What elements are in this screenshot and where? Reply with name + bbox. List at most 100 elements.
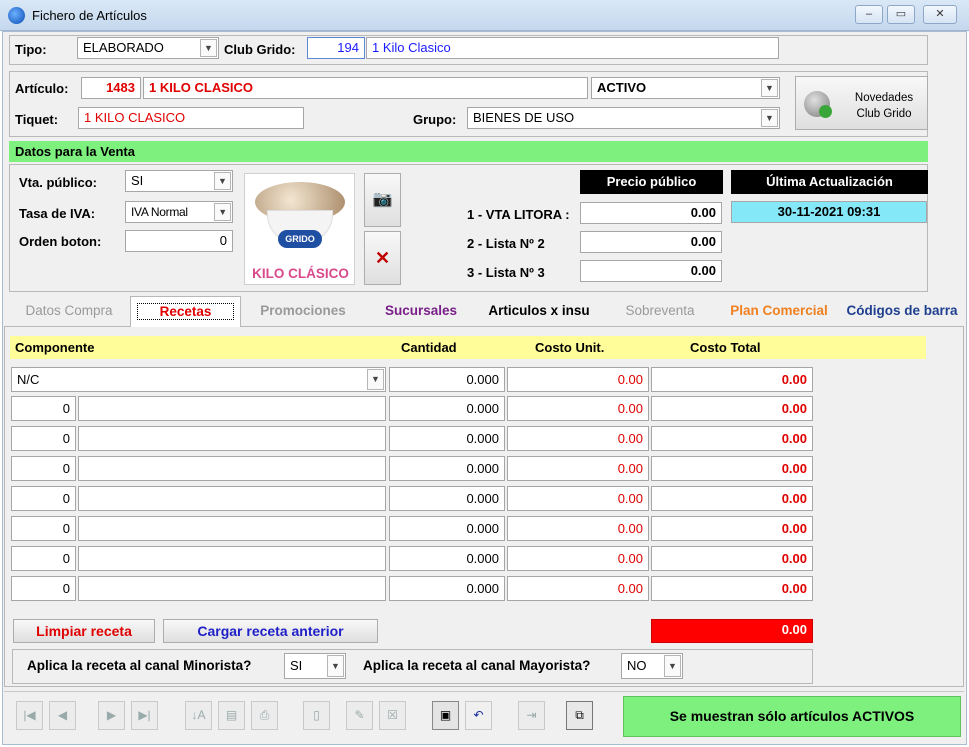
window-title: Fichero de Artículos [32, 8, 147, 23]
chevron-down-icon[interactable]: ▼ [367, 369, 384, 390]
row-cantidad-input[interactable]: 0.000 [389, 396, 505, 421]
find-icon[interactable]: ▤ [218, 701, 245, 730]
undo-icon[interactable]: ↶ [465, 701, 492, 730]
product-image[interactable]: GRIDO KILO CLÁSICO [244, 173, 355, 285]
club-grido-code-input[interactable]: 194 [307, 37, 365, 59]
first-record-icon[interactable]: |◀ [16, 701, 43, 730]
tab-codigos-de-barra[interactable]: Códigos de barra [838, 296, 966, 326]
novedades-club-grido-button[interactable]: Novedades Club Grido [795, 76, 928, 130]
row-code-input[interactable]: 0 [11, 486, 76, 511]
col-costo-total: Costo Total [690, 340, 761, 355]
cargar-receta-anterior-button[interactable]: Cargar receta anterior [163, 619, 378, 643]
green-arrow-icon [819, 105, 832, 118]
mayorista-label: Aplica la receta al canal Mayorista? [363, 658, 591, 673]
delete-record-icon[interactable]: ☒ [379, 701, 406, 730]
tab-recetas[interactable]: Recetas [130, 296, 241, 327]
grupo-select[interactable]: BIENES DE USO ▼ [467, 107, 780, 129]
row-cantidad-input[interactable]: 0.000 [389, 546, 505, 571]
row-cantidad-input[interactable]: 0.000 [389, 486, 505, 511]
row-componente-input[interactable] [78, 486, 386, 511]
row-costo-total: 0.00 [651, 426, 813, 451]
chevron-down-icon[interactable]: ▼ [327, 655, 344, 677]
prev-record-icon[interactable]: ◀ [49, 701, 76, 730]
row-cantidad-input[interactable]: 0.000 [389, 516, 505, 541]
estado-select[interactable]: ACTIVO ▼ [591, 77, 780, 99]
tab-sucursales[interactable]: Sucursales [364, 296, 478, 326]
row-code-input[interactable]: 0 [11, 456, 76, 481]
novedades-label: Novedades [854, 92, 914, 104]
filter-active-icon[interactable]: ⧉ [566, 701, 593, 730]
row-cantidad-input[interactable]: 0.000 [389, 456, 505, 481]
chevron-down-icon[interactable]: ▼ [200, 39, 217, 57]
new-document-icon[interactable]: ▯ [303, 701, 330, 730]
print-icon[interactable]: ⎙ [251, 701, 278, 730]
edit-icon[interactable]: ✎ [346, 701, 373, 730]
orden-boton-input[interactable]: 0 [125, 230, 233, 252]
next-record-icon[interactable]: ▶ [98, 701, 125, 730]
row-componente-input[interactable] [78, 546, 386, 571]
row-componente-input[interactable] [78, 426, 386, 451]
chevron-down-icon[interactable]: ▼ [761, 79, 778, 97]
tipo-label: Tipo: [15, 42, 47, 57]
tab-promociones[interactable]: Promociones [244, 296, 362, 326]
exit-icon[interactable]: ⇥ [518, 701, 545, 730]
chevron-down-icon[interactable]: ▼ [761, 109, 778, 127]
vta-publico-select[interactable]: SI ▼ [125, 170, 233, 192]
minimize-button[interactable]: – [855, 5, 883, 24]
row-componente-input[interactable] [78, 516, 386, 541]
row-code-input[interactable]: 0 [11, 396, 76, 421]
chevron-down-icon[interactable]: ▼ [214, 172, 231, 190]
row-componente-input[interactable] [78, 396, 386, 421]
tab-recetas-label: Recetas [136, 303, 235, 320]
minorista-select[interactable]: SI ▼ [284, 653, 346, 679]
tasa-iva-select[interactable]: IVA Normal ▼ [125, 201, 233, 223]
row-costo-unit: 0.00 [507, 576, 649, 601]
datos-venta-header: Datos para la Venta [9, 141, 928, 162]
cantidad-input[interactable]: 0.000 [389, 367, 505, 392]
last-record-icon[interactable]: ▶| [131, 701, 158, 730]
tab-datos-compra[interactable]: Datos Compra [10, 296, 128, 326]
close-button[interactable]: ✕ [923, 5, 957, 24]
lista-1-input[interactable]: 0.00 [580, 202, 722, 224]
articulo-code-input[interactable]: 1483 [81, 77, 141, 99]
ultima-actualizacion-value: 30-11-2021 09:31 [731, 201, 927, 223]
chevron-down-icon[interactable]: ▼ [214, 203, 231, 221]
lista-1-label: 1 - VTA LITORA : [467, 207, 570, 222]
lista-3-input[interactable]: 0.00 [580, 260, 722, 282]
save-icon[interactable]: ▣ [432, 701, 459, 730]
lista-2-label: 2 - Lista Nº 2 [467, 236, 545, 251]
tipo-select[interactable]: ELABORADO ▼ [77, 37, 219, 59]
row-cantidad-input[interactable]: 0.000 [389, 576, 505, 601]
club-grido-label: Club Grido: [224, 42, 296, 57]
chevron-down-icon[interactable]: ▼ [664, 655, 681, 677]
tab-sobreventa[interactable]: Sobreventa [600, 296, 720, 326]
row-code-input[interactable]: 0 [11, 576, 76, 601]
tab-articulos-x-insu[interactable]: Articulos x insu [480, 296, 598, 326]
mayorista-select[interactable]: NO ▼ [621, 653, 683, 679]
camera-icon: 📷 [372, 191, 393, 208]
limpiar-receta-button[interactable]: Limpiar receta [13, 619, 155, 643]
delete-image-button[interactable]: ✕ [364, 231, 401, 285]
estado-value: ACTIVO [597, 80, 647, 95]
tasa-iva-label: Tasa de IVA: [19, 206, 96, 221]
solo-activos-button[interactable]: Se muestran sólo artículos ACTIVOS [623, 696, 961, 737]
row-costo-unit: 0.00 [507, 516, 649, 541]
row-componente-input[interactable] [78, 456, 386, 481]
row-code-input[interactable]: 0 [11, 546, 76, 571]
row-code-input[interactable]: 0 [11, 516, 76, 541]
row-cantidad-input[interactable]: 0.000 [389, 426, 505, 451]
orden-boton-label: Orden boton: [19, 234, 102, 249]
club-grido-name-field[interactable]: 1 Kilo Clasico [366, 37, 779, 59]
tab-plan-comercial[interactable]: Plan Comercial [722, 296, 836, 326]
tiquet-input[interactable]: 1 KILO CLASICO [78, 107, 304, 129]
lista-2-input[interactable]: 0.00 [580, 231, 722, 253]
col-costo-unit: Costo Unit. [535, 340, 605, 355]
row-componente-input[interactable] [78, 576, 386, 601]
sort-az-icon[interactable]: ↓A [185, 701, 212, 730]
componente-select[interactable]: N/C ▼ [11, 367, 386, 392]
row-code-input[interactable]: 0 [11, 426, 76, 451]
camera-button[interactable]: 📷 [364, 173, 401, 227]
maximize-button[interactable]: ▭ [887, 5, 915, 24]
col-componente: Componente [15, 340, 95, 355]
articulo-name-input[interactable]: 1 KILO CLASICO [143, 77, 588, 99]
